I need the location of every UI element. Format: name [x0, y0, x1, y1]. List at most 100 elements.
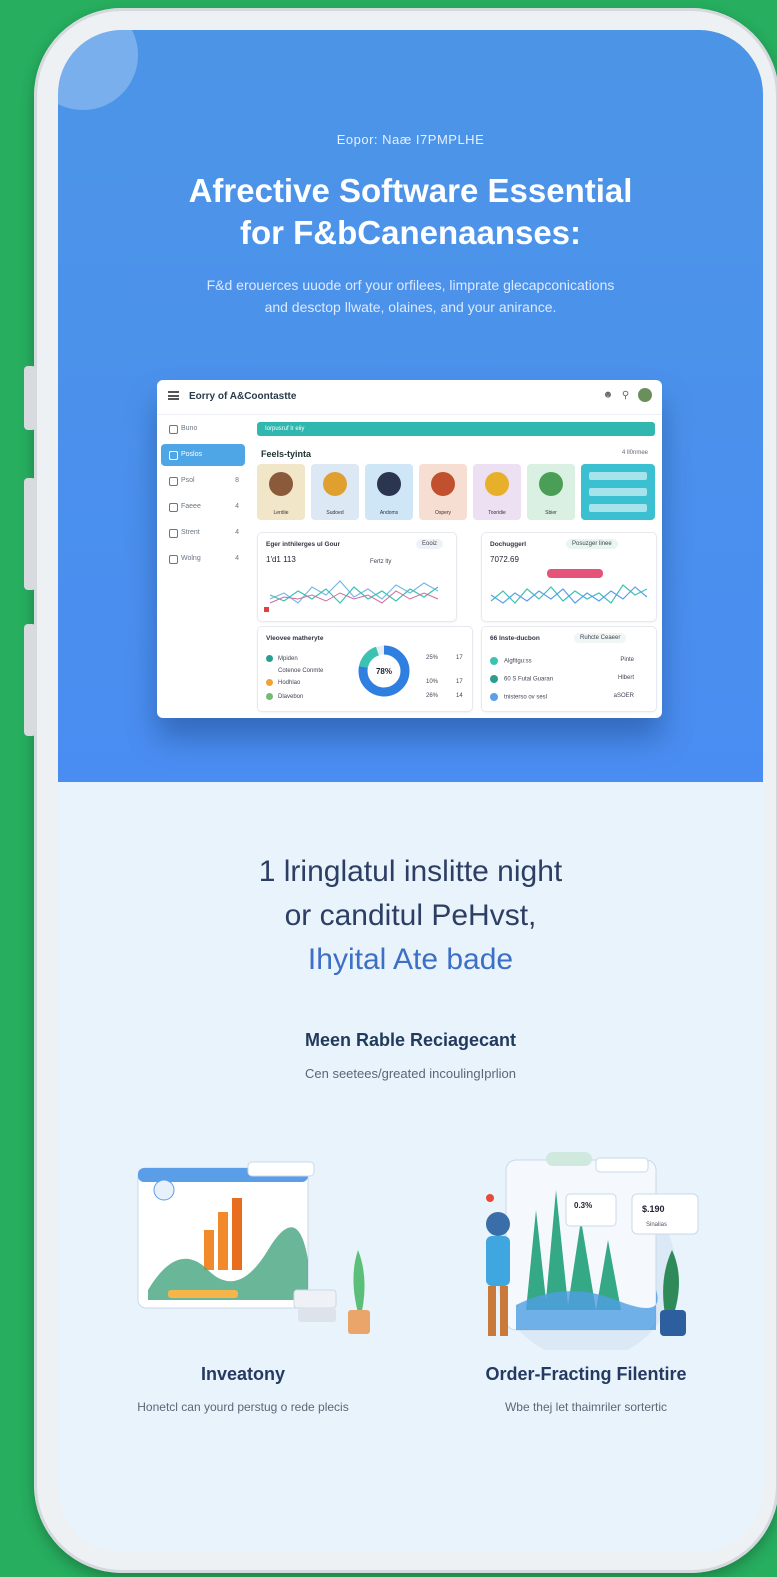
- list-panel: 66 Inste-ducbon Ruhcte Ceaeer Algfitgu:s…: [481, 626, 657, 712]
- line-chart: [490, 569, 648, 604]
- legend-label: Cotenoe Conmte: [278, 668, 324, 675]
- list-item[interactable]: Algfitgu:ss Pinte: [490, 657, 634, 665]
- panel-tab[interactable]: Eooiz: [416, 539, 444, 549]
- profile-card[interactable]: Lerdiie: [257, 464, 305, 520]
- legend-count: 14: [456, 693, 463, 699]
- sidebar-item-count: 4: [235, 555, 239, 562]
- power-button: [24, 624, 36, 736]
- panel-title: 66 Inste-ducbon: [490, 635, 540, 642]
- illus-badge-text: 0.3%: [574, 1201, 592, 1210]
- order-tracking-illustration: 0.3% $.190 Sinalias: [486, 1152, 699, 1350]
- decorative-bubble: [58, 30, 138, 110]
- quick-actions-panel[interactable]: [581, 464, 655, 520]
- legend-value: 10%: [426, 679, 439, 685]
- sidebar-item[interactable]: Faeee 4: [161, 496, 245, 518]
- sidebar-item-label: Strent: [181, 529, 200, 536]
- panel-chip[interactable]: Fertz lty: [364, 557, 398, 567]
- section-heading: 1 lringlatul inslitte night or canditul …: [58, 850, 763, 982]
- search-icon[interactable]: ⚲: [622, 390, 629, 401]
- list-item-label: Algfitgu:ss: [504, 658, 532, 665]
- sidebar-item-label: Psol: [181, 477, 195, 484]
- profile-card[interactable]: Ospery: [419, 464, 467, 520]
- list-item-value: aSOER: [613, 693, 634, 699]
- feature-desc-inventory: Honetcl can yourd perstug o rede plecis: [137, 1400, 349, 1414]
- panel-value: 1′d1 113: [266, 555, 296, 564]
- profile-card[interactable]: Sudoed: [311, 464, 359, 520]
- illus-badge-text: Sinalias: [646, 1222, 667, 1228]
- illus-tag: [595, 1157, 649, 1173]
- hero-eyebrow: Eopor: Naæ I7PMPLHE: [336, 132, 485, 147]
- chart-series-1: [269, 580, 439, 604]
- panel-chip[interactable]: Ruhcte Ceaeer: [574, 633, 627, 643]
- person-icon: [377, 472, 401, 496]
- chart-panel-1: Eger inthilerges ul Gour Eooiz 1′d1 113 …: [257, 532, 457, 622]
- home-icon: [169, 425, 178, 434]
- clock-icon: [153, 1179, 175, 1201]
- chart-series-2: [490, 586, 648, 604]
- list-item[interactable]: tnisterso ov sesl aSOER: [490, 693, 634, 701]
- profile-cards: Lerdiie Sudoed Andoms Ospery Tooridie Sb…: [257, 464, 577, 524]
- legend-row: Hodhlao 10% 17: [266, 679, 463, 687]
- panel-title: Dochuggerl: [490, 541, 527, 548]
- legend-label: Dlavebon: [278, 694, 304, 701]
- mockup-topbar: Eorry of A&Coontastte ☻ ⚲: [157, 380, 662, 415]
- status-icon: [490, 693, 498, 701]
- profile-card[interactable]: Andoms: [365, 464, 413, 520]
- illus-badge: [631, 1193, 699, 1235]
- panel-title: Eger inthilerges ul Gour: [266, 541, 341, 548]
- illus-tag: [247, 1161, 315, 1177]
- person-body: [486, 1236, 510, 1286]
- sidebar-item[interactable]: Wolng 4: [161, 548, 245, 570]
- person-leg: [500, 1286, 508, 1336]
- profile-card[interactable]: Sbier: [527, 464, 575, 520]
- feature-desc-order-tracking: Wbe thej let thaimriler sortertic: [504, 1400, 668, 1414]
- feature-title-order-tracking: Order-Fracting Filentire: [485, 1364, 687, 1384]
- legend-row: Dlavebon 26% 14: [266, 693, 463, 701]
- settings-icon: [169, 555, 178, 564]
- panel-value: 7072.69: [490, 555, 519, 564]
- illus-books: [293, 1289, 337, 1309]
- sidebar-item-count: 4: [235, 503, 239, 510]
- sidebar-item-label: Poslos: [181, 451, 203, 458]
- hero-section: Eopor: Naæ I7PMPLHE Afrective Software E…: [58, 30, 763, 782]
- illus-bar: [232, 1198, 242, 1270]
- avatar[interactable]: [638, 388, 652, 402]
- legend-label: Hodhlao: [278, 680, 301, 687]
- sidebar-item-count: 8: [235, 477, 239, 484]
- menu-icon[interactable]: [168, 391, 179, 400]
- illus-chip: [168, 1290, 238, 1298]
- sidebar-item-home[interactable]: Buno: [161, 418, 245, 440]
- sidebar-item[interactable]: Psol 8: [161, 470, 245, 492]
- subheading: Meen Rable Reciagecant: [304, 1030, 517, 1050]
- profile-card-label: Ospery: [434, 510, 452, 516]
- sidebar-item[interactable]: Strent 4: [161, 522, 245, 544]
- panel-chip[interactable]: Posuzger linee: [566, 539, 618, 549]
- donut-panel: Vleovee matheryte 78% Mpiden 25% 17 Coteno…: [257, 626, 473, 712]
- section-filter[interactable]: 4 ll0nmee: [622, 450, 648, 456]
- mockup-app-title: Eorry of A&Coontastte: [189, 391, 297, 402]
- list-item[interactable]: 60 S Futal Guaran Hlbert: [490, 675, 634, 683]
- inventory-illustration: [137, 1161, 370, 1334]
- profile-card[interactable]: Tooridie: [473, 464, 521, 520]
- legend-dot: [266, 693, 273, 700]
- section-label: Feels-tyinta: [261, 449, 312, 459]
- sidebar-item-active[interactable]: Poslos: [161, 444, 245, 466]
- legend-dot: [266, 655, 273, 662]
- user-icon[interactable]: ☻: [603, 390, 614, 401]
- subheading-text: Cen seetees/greated incoulingIprlion: [304, 1066, 517, 1081]
- hero-subtitle-line1: F&d erouerces uuode orf your orfilees, l…: [206, 277, 615, 293]
- dashboard-mockup: Eorry of A&Coontastte ☻ ⚲ Buno Poslos Ps…: [157, 380, 662, 718]
- section-heading-line1: 1 lringlatul inslitte night: [258, 855, 563, 888]
- legend-count: 17: [456, 655, 463, 661]
- volume-up-button: [24, 366, 36, 430]
- sidebar-item-label: Faeee: [181, 503, 201, 510]
- donut-value: 78%: [376, 667, 392, 676]
- person-icon: [323, 472, 347, 496]
- illus-bar: [204, 1230, 214, 1270]
- volume-down-button: [24, 478, 36, 590]
- profile-card-label: Andoms: [379, 510, 399, 516]
- legend-row: Cotenoe Conmte: [266, 667, 323, 674]
- panel-title: Vleovee matheryte: [266, 635, 324, 642]
- search-input[interactable]: Iorpusruf lr eiiy: [257, 422, 655, 436]
- person-icon: [539, 472, 563, 496]
